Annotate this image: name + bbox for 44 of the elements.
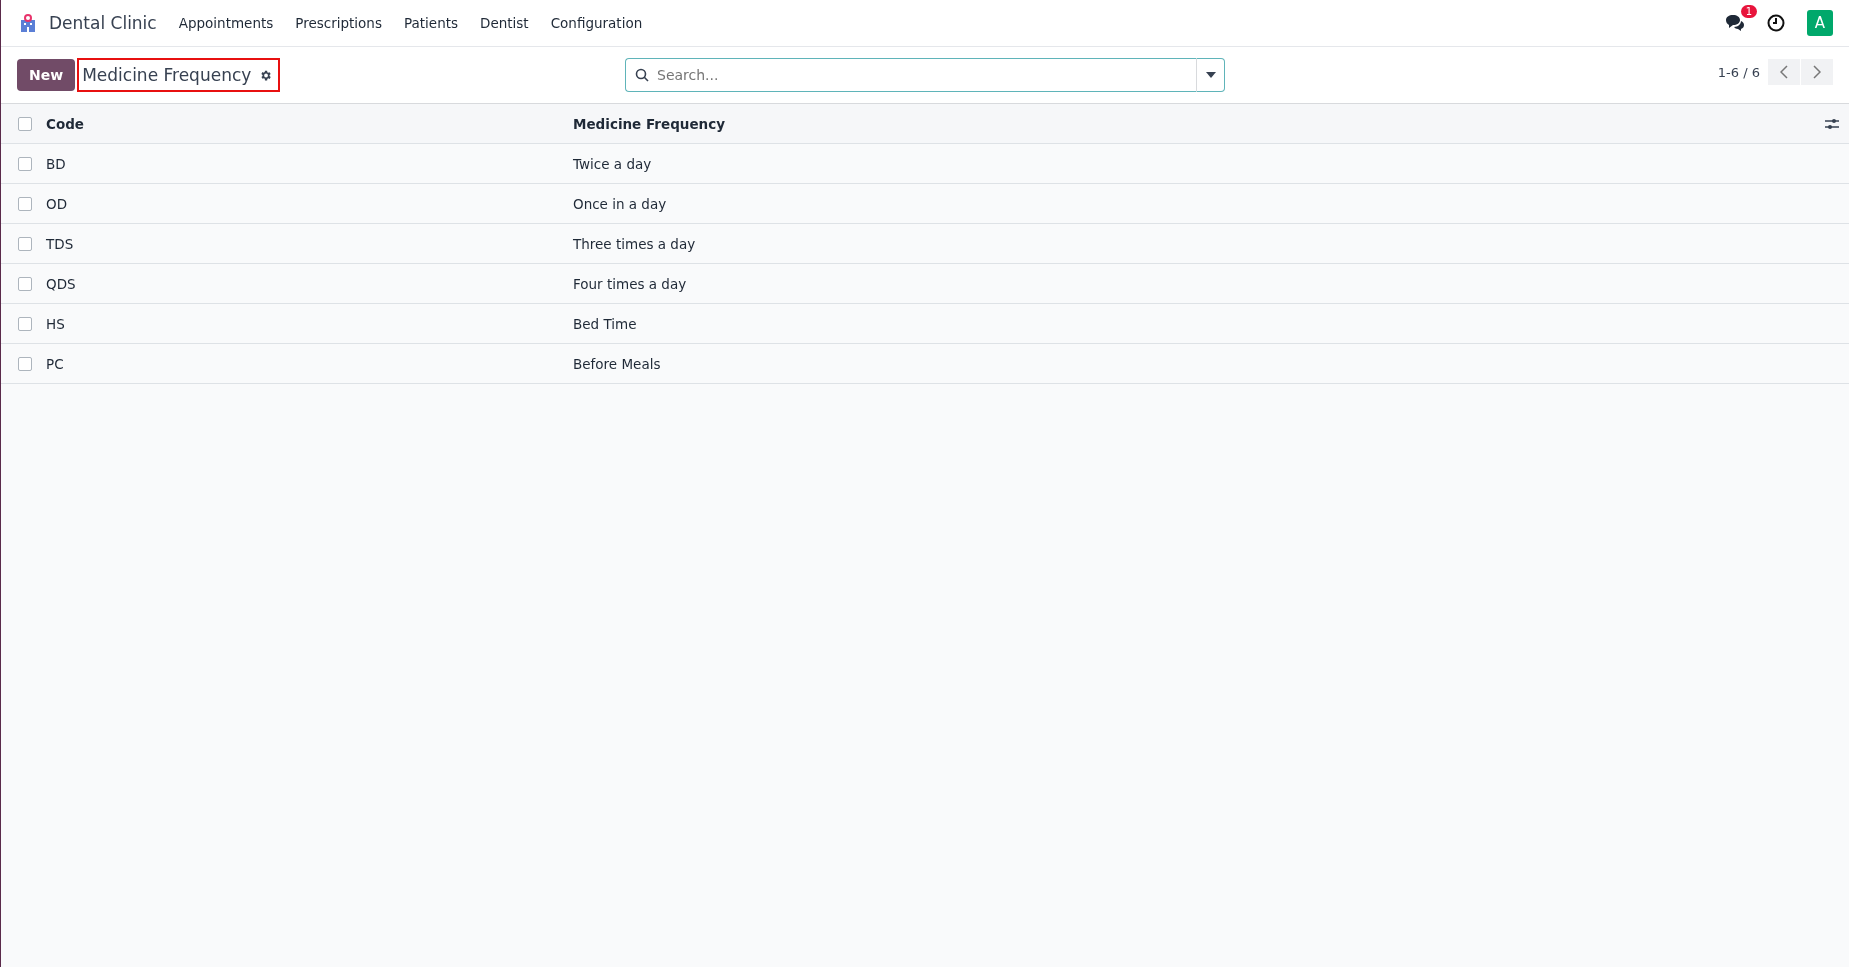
row-checkbox[interactable] bbox=[18, 236, 32, 251]
table-cell-text: BD bbox=[46, 155, 67, 172]
breadcrumb-title: Medicine Frequency bbox=[82, 65, 252, 85]
table-cell-text: Bed Time bbox=[573, 315, 638, 332]
chat-icon[interactable] bbox=[1725, 14, 1745, 32]
search-icon bbox=[635, 68, 649, 82]
table-cell-text: QDS bbox=[46, 275, 77, 292]
table-cell-text: OD bbox=[46, 195, 69, 212]
row-checkbox[interactable] bbox=[18, 196, 32, 211]
notification-badge: 1 bbox=[1740, 5, 1757, 18]
select-all-checkbox[interactable] bbox=[18, 116, 32, 131]
row-checkbox[interactable] bbox=[18, 156, 32, 171]
table-cell-text: HS bbox=[46, 315, 66, 332]
previous-page-button[interactable] bbox=[1768, 59, 1800, 85]
clinic-logo-icon bbox=[19, 13, 37, 33]
table-cell-text: Before Meals bbox=[573, 355, 662, 372]
table-cell-text: Four times a day bbox=[573, 275, 688, 292]
table-cell-text: Once in a day bbox=[573, 195, 668, 212]
chevron-left-icon bbox=[1780, 65, 1788, 79]
column-header[interactable]: Code bbox=[46, 115, 573, 132]
column-header[interactable]: Medicine Frequency bbox=[573, 115, 1825, 132]
next-page-button[interactable] bbox=[1801, 59, 1833, 85]
chevron-right-icon bbox=[1813, 65, 1821, 79]
new-button[interactable]: New bbox=[17, 59, 76, 91]
table-cell-text: PC bbox=[46, 355, 65, 372]
search-options-toggle[interactable] bbox=[1196, 58, 1225, 92]
sliders-icon[interactable] bbox=[1825, 116, 1839, 131]
app-name[interactable]: Dental Clinic bbox=[49, 13, 157, 33]
pager-value[interactable]: 1-6 / 6 bbox=[1717, 64, 1760, 80]
search-field[interactable]: Search... bbox=[625, 58, 1196, 92]
clock-icon[interactable] bbox=[1767, 14, 1785, 32]
row-checkbox[interactable] bbox=[18, 356, 32, 371]
menu-item[interactable]: Appointments bbox=[178, 15, 274, 31]
menu-item[interactable]: Patients bbox=[403, 15, 458, 31]
gear-icon[interactable] bbox=[259, 68, 273, 82]
row-checkbox[interactable] bbox=[18, 276, 32, 291]
menu-item[interactable]: Dentist bbox=[480, 15, 529, 31]
menu-item[interactable]: Prescriptions bbox=[295, 15, 382, 31]
table-cell-text: TDS bbox=[46, 235, 75, 252]
caret-icon bbox=[1205, 72, 1216, 78]
table-cell-text: Three times a day bbox=[573, 235, 697, 252]
menu-item[interactable]: Configuration bbox=[550, 15, 643, 31]
table-cell-text: Twice a day bbox=[573, 155, 653, 172]
row-checkbox[interactable] bbox=[18, 316, 32, 331]
